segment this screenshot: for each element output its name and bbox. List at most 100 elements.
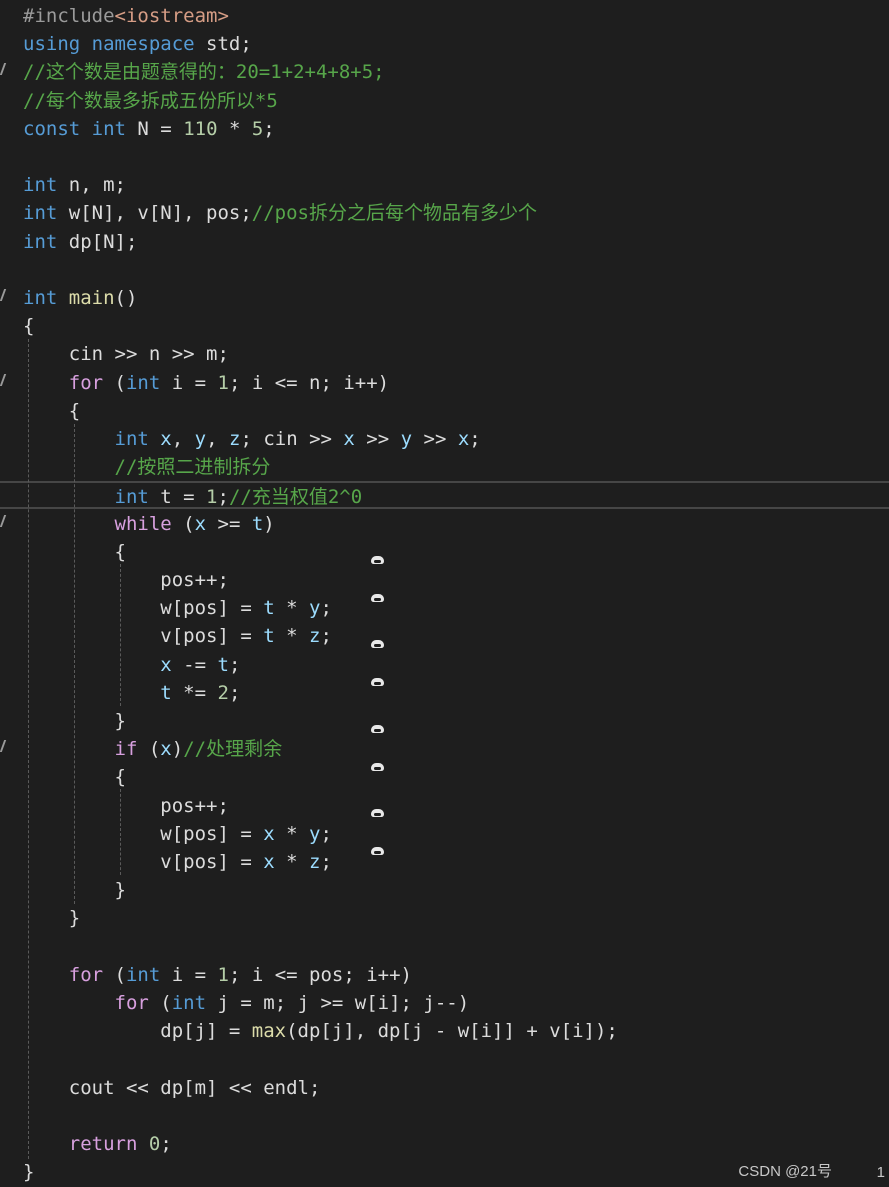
code-token: int: [91, 117, 126, 140]
code-line[interactable]: {: [0, 763, 889, 791]
code-token: >>: [412, 428, 458, 450]
code-line[interactable]: v[pos] = t * z;: [0, 622, 889, 650]
code-token: //pos拆分之后每个物品有多少个: [251, 202, 537, 225]
code-line[interactable]: [0, 933, 889, 961]
code-line[interactable]: //每个数最多拆成五份所以*5: [0, 87, 889, 115]
code-line[interactable]: int main(): [0, 284, 889, 312]
change-marker-icon: [0, 63, 7, 76]
code-token: cout << dp[m] << endl;: [23, 1076, 321, 1099]
code-line[interactable]: for (int i = 1; i <= n; i++): [0, 369, 889, 397]
code-line[interactable]: w[pos] = x * y;: [0, 820, 889, 848]
indent-guide-while: [120, 564, 121, 706]
code-line[interactable]: for (int j = m; j >= w[i]; j--): [0, 989, 889, 1017]
code-text: cout << dp[m] << endl;: [23, 1074, 321, 1102]
code-line[interactable]: int x, y, z; cin >> x >> y >> x;: [0, 425, 889, 453]
code-line[interactable]: int w[N], v[N], pos;//pos拆分之后每个物品有多少个: [0, 199, 889, 227]
code-text: for (int j = m; j >= w[i]; j--): [23, 989, 470, 1017]
code-token: -=: [171, 653, 218, 676]
change-marker-icon: [0, 740, 7, 753]
code-line[interactable]: int n, m;: [0, 171, 889, 199]
code-token: 110: [183, 117, 218, 140]
code-token: //这个数是由题意得的：20=1+2+4+8+5;: [23, 61, 385, 84]
code-text: #include<iostream>: [23, 2, 229, 30]
code-line[interactable]: {: [0, 538, 889, 566]
code-line[interactable]: using namespace std;: [0, 30, 889, 58]
code-line[interactable]: //按照二进制拆分: [0, 453, 889, 481]
code-text: w[pos] = t * y;: [23, 594, 332, 622]
code-token: *: [274, 625, 309, 648]
code-line[interactable]: const int N = 110 * 5;: [0, 115, 889, 143]
code-line[interactable]: {: [0, 312, 889, 340]
code-line[interactable]: }: [0, 904, 889, 932]
code-token: t: [263, 597, 275, 620]
code-line[interactable]: if (x)//处理剩余: [0, 735, 889, 763]
code-token: x: [160, 428, 172, 450]
code-line[interactable]: }: [0, 707, 889, 735]
code-line[interactable]: int dp[N];: [0, 228, 889, 256]
code-line[interactable]: cout << dp[m] << endl;: [0, 1074, 889, 1102]
watermark: CSDN @21号: [738, 1163, 832, 1180]
code-line[interactable]: dp[j] = max(dp[j], dp[j - w[i]] + v[i]);: [0, 1017, 889, 1045]
code-token: t: [217, 653, 229, 676]
code-line[interactable]: x -= t;: [0, 651, 889, 679]
marker-icon: [371, 847, 384, 855]
code-token: namespace: [91, 33, 195, 56]
code-line[interactable]: #include<iostream>: [0, 2, 889, 30]
code-token: ;: [320, 597, 332, 620]
code-token: z: [309, 851, 321, 873]
code-line[interactable]: }: [0, 876, 889, 904]
code-token: ; i <= n; i++): [228, 371, 390, 394]
code-token: int: [23, 174, 58, 197]
code-token: *: [274, 822, 309, 845]
code-token: x: [160, 738, 172, 761]
code-token: 1: [217, 963, 229, 986]
code-token: ;: [160, 1133, 172, 1155]
code-line[interactable]: for (int i = 1; i <= pos; i++): [0, 961, 889, 989]
marker-icon: [371, 725, 384, 733]
code-text: //每个数最多拆成五份所以*5: [23, 87, 278, 115]
code-token: cin >> n >> m;: [23, 343, 229, 366]
code-token: t: [263, 625, 275, 648]
code-token: v[pos] =: [23, 851, 264, 873]
code-token: ;: [217, 486, 229, 509]
code-line[interactable]: v[pos] = x * z;: [0, 848, 889, 876]
code-token: ;: [228, 653, 241, 676]
code-token: int: [171, 992, 207, 1014]
code-line[interactable]: while (x >= t): [0, 510, 889, 538]
code-line[interactable]: pos++;: [0, 566, 889, 594]
indent-guide-if: [120, 789, 121, 875]
code-token: int: [125, 371, 161, 394]
code-text: int main(): [23, 284, 137, 312]
code-editor[interactable]: #include<iostream> using namespace std; //…: [0, 0, 889, 1187]
code-line[interactable]: [0, 256, 889, 284]
code-line[interactable]: [0, 1045, 889, 1073]
indent-guide-for: [74, 424, 75, 904]
code-line[interactable]: [0, 143, 889, 171]
code-token: ;: [263, 117, 275, 140]
code-token: x: [263, 851, 275, 873]
code-token: y: [309, 597, 321, 620]
change-marker-icon: [0, 373, 7, 386]
code-token: t: [251, 512, 264, 535]
code-line[interactable]: w[pos] = t * y;: [0, 594, 889, 622]
code-line[interactable]: pos++;: [0, 792, 889, 820]
code-line[interactable]: //这个数是由题意得的：20=1+2+4+8+5;: [0, 58, 889, 86]
code-token: 2: [217, 681, 229, 704]
code-token: pos++;: [23, 794, 229, 817]
code-line[interactable]: cin >> n >> m;: [0, 340, 889, 368]
code-token: i =: [160, 371, 218, 394]
code-text: return 0;: [23, 1130, 172, 1158]
code-token: (: [137, 738, 161, 761]
code-line[interactable]: t *= 2;: [0, 679, 889, 707]
code-line[interactable]: {: [0, 397, 889, 425]
code-token: dp[j] =: [23, 1020, 252, 1043]
code-text: {: [23, 397, 80, 425]
code-line[interactable]: [0, 1102, 889, 1130]
code-line[interactable]: int t = 1;//充当权值2^0: [0, 481, 889, 510]
code-line[interactable]: return 0;: [0, 1130, 889, 1158]
